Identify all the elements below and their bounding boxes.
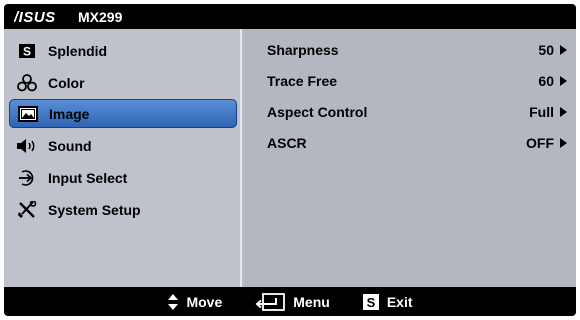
splendid-s-icon: S (362, 293, 380, 311)
setting-sharpness[interactable]: Sharpness 50 (267, 40, 567, 60)
move-label: Move (186, 293, 223, 310)
sidebar-item-label: Color (48, 74, 85, 91)
setting-value: 60 (538, 73, 554, 89)
svg-text:S: S (23, 44, 31, 58)
settings-panel: Sharpness 50 Trace Free 60 Aspect Contro… (244, 29, 576, 287)
setting-value: 50 (538, 42, 554, 58)
monitor-osd: /ISUS MX299 S Splendid Color Image Sound… (0, 0, 580, 320)
image-picture-icon (17, 105, 39, 123)
up-down-arrows-icon (167, 293, 179, 311)
setting-label: Trace Free (267, 73, 338, 89)
sidebar-item-system-setup[interactable]: System Setup (9, 195, 237, 224)
sidebar-item-image[interactable]: Image (9, 99, 237, 128)
triangle-right-icon (560, 138, 567, 148)
setting-value: Full (529, 104, 554, 120)
enter-menu-icon (254, 292, 286, 311)
speaker-icon (16, 137, 38, 155)
tools-icon (16, 200, 38, 219)
sidebar: S Splendid Color Image Sound Input Selec… (4, 29, 242, 287)
color-circles-icon (16, 73, 38, 92)
setting-label: Sharpness (267, 42, 339, 58)
model-name: MX299 (78, 8, 123, 25)
footer-bar: Move Menu S Exit (4, 287, 576, 316)
triangle-right-icon (560, 45, 567, 55)
triangle-right-icon (560, 107, 567, 117)
menu-label: Menu (293, 293, 330, 310)
title-bar: /ISUS MX299 (4, 4, 576, 29)
setting-trace-free[interactable]: Trace Free 60 (267, 71, 567, 91)
setting-label: Aspect Control (267, 104, 368, 120)
sidebar-item-input-select[interactable]: Input Select (9, 163, 237, 192)
svg-text:S: S (366, 295, 375, 310)
setting-ascr[interactable]: ASCR OFF (267, 133, 567, 153)
splendid-s-icon: S (16, 42, 38, 60)
sidebar-item-label: Image (49, 105, 90, 122)
sidebar-item-color[interactable]: Color (9, 68, 237, 97)
triangle-right-icon (560, 76, 567, 86)
sidebar-item-label: System Setup (48, 201, 141, 218)
asus-logo: /ISUS (14, 10, 70, 24)
menu-hint[interactable]: Menu (254, 292, 330, 311)
sidebar-item-label: Input Select (48, 169, 128, 186)
setting-label: ASCR (267, 135, 307, 151)
osd-content: S Splendid Color Image Sound Input Selec… (4, 29, 576, 287)
setting-value: OFF (526, 135, 554, 151)
move-hint[interactable]: Move (167, 293, 222, 311)
sidebar-item-label: Sound (48, 137, 92, 154)
sidebar-item-sound[interactable]: Sound (9, 131, 237, 160)
exit-hint[interactable]: S Exit (362, 293, 413, 311)
sidebar-item-label: Splendid (48, 42, 108, 59)
svg-text:/ISUS: /ISUS (14, 10, 56, 24)
exit-label: Exit (386, 293, 413, 310)
sidebar-item-splendid[interactable]: S Splendid (9, 36, 237, 65)
input-arrow-icon (16, 169, 38, 187)
setting-aspect-control[interactable]: Aspect Control Full (267, 102, 567, 122)
